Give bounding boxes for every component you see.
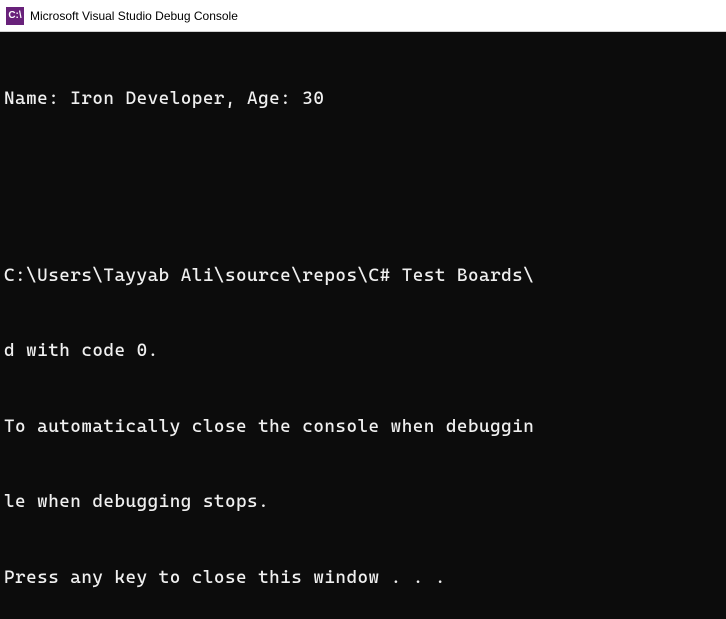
console-output[interactable]: Name: Iron Developer, Age: 30 C:\Users\T…	[0, 32, 726, 619]
app-icon: C:\	[6, 7, 24, 25]
console-line: C:\Users\Tayyab Ali\source\repos\C# Test…	[4, 263, 722, 288]
console-line: d with code 0.	[4, 338, 722, 363]
console-line: Name: Iron Developer, Age: 30	[4, 86, 722, 111]
console-line: Press any key to close this window . . .	[4, 565, 722, 590]
console-line: To automatically close the console when …	[4, 414, 722, 439]
console-line: le when debugging stops.	[4, 489, 722, 514]
window-title: Microsoft Visual Studio Debug Console	[30, 9, 238, 23]
title-bar[interactable]: C:\ Microsoft Visual Studio Debug Consol…	[0, 0, 726, 32]
